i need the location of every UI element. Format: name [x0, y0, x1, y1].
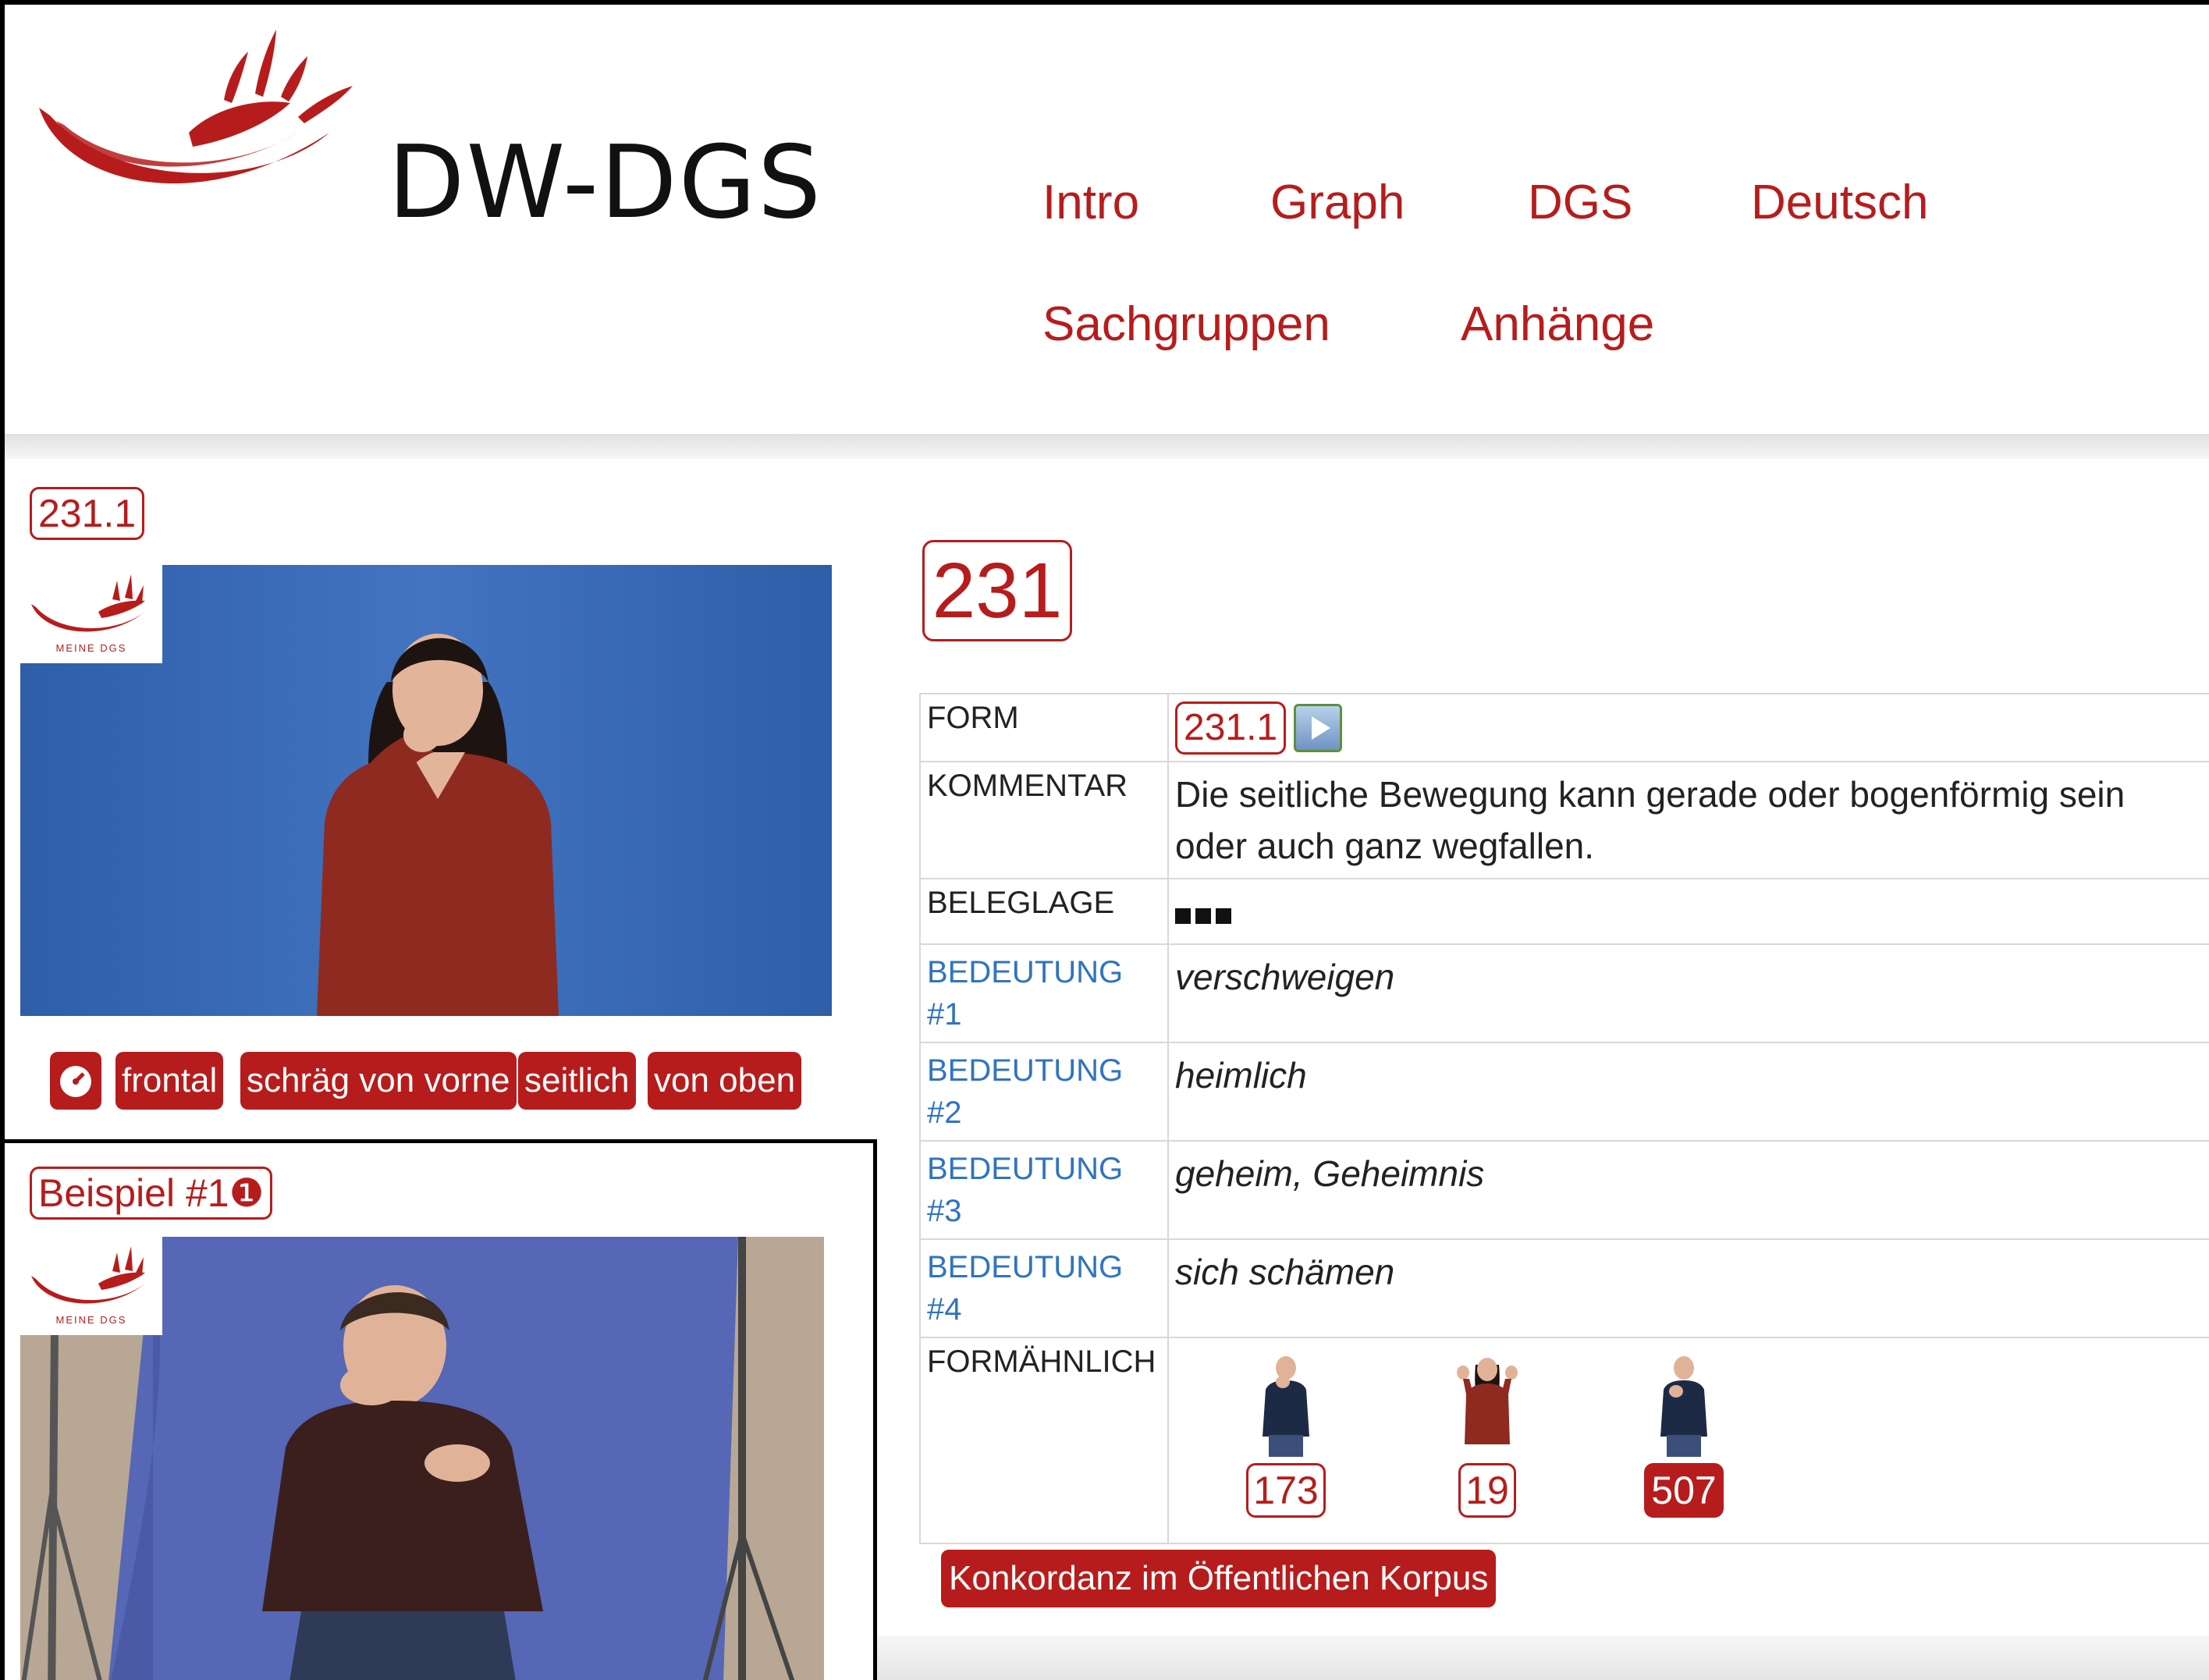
beleglage-label: BELEGLAGE — [919, 877, 1169, 945]
kommentar-line-2: oder auch ganz wegfallen. — [1175, 825, 1595, 866]
bedeutung-2-link[interactable]: BEDEUTUNG #2 — [919, 1041, 1169, 1142]
kommentar-label: KOMMENTAR — [919, 760, 1169, 879]
beleglage-indicator — [1167, 877, 2209, 945]
formaehnlich-value: 173 19 507 — [1167, 1336, 2209, 1544]
bedeutung-1-link[interactable]: BEDEUTUNG #1 — [919, 943, 1169, 1043]
evidence-square-2 — [1195, 907, 1211, 924]
form-label: FORM — [919, 693, 1169, 762]
bedeutung-2-value: heimlich — [1167, 1041, 2209, 1142]
nav-intro[interactable]: Intro — [1042, 175, 1139, 230]
bedeutung-3-link[interactable]: BEDEUTUNG #3 — [919, 1139, 1169, 1240]
similar-sign-19[interactable]: 19 — [1433, 1351, 1542, 1518]
form-video-player[interactable]: MEINE DGS — [20, 565, 832, 1016]
row-kommentar: KOMMENTAR Die seitliche Bewegung kann ge… — [919, 760, 2209, 879]
signer-thumbnail-icon — [1263, 1355, 1309, 1457]
speed-button[interactable] — [50, 1052, 101, 1110]
signer-thumbnail-icon — [1660, 1355, 1707, 1457]
row-bedeutung-4: BEDEUTUNG #4 sich schämen — [919, 1238, 2209, 1338]
form-video-tag: 231.1 — [30, 487, 145, 540]
example-tag-label: Beispiel #1 — [38, 1171, 229, 1215]
header-divider — [5, 434, 2209, 459]
similar-sign-507[interactable]: 507 — [1629, 1351, 1738, 1518]
evidence-square-1 — [1175, 907, 1191, 924]
similar-sign-507-number: 507 — [1644, 1462, 1724, 1518]
entry-details-table: FORM 231.1 KOMMENTAR Die seitliche Beweg… — [919, 693, 2209, 1544]
formaehnlich-label: FORMÄHNLICH — [919, 1336, 1169, 1544]
meine-dgs-hand-icon — [31, 1246, 145, 1304]
row-bedeutung-1: BEDEUTUNG #1 verschweigen — [919, 943, 2209, 1043]
site-header: DW-DGS Intro Graph DGS Deutsch Sachgrupp… — [5, 5, 2209, 438]
entry-number: 231 — [922, 540, 1072, 641]
signer-thumbnail-icon — [1457, 1357, 1518, 1444]
footer-divider — [877, 1636, 2209, 1680]
kommentar-line-1: Die seitliche Bewegung kann gerade oder … — [1175, 773, 2126, 815]
form-value: 231.1 — [1167, 693, 2209, 762]
meine-dgs-caption: MEINE DGS — [55, 642, 127, 654]
page: DW-DGS Intro Graph DGS Deutsch Sachgrupp… — [0, 0, 2209, 1680]
nav-sachgruppen[interactable]: Sachgruppen — [1042, 297, 1330, 352]
view-oblique-button[interactable]: schräg von vorne — [240, 1052, 517, 1110]
example-panel: Beispiel #1❶ MEINE DGS — [5, 1139, 877, 1680]
hand-logo-icon — [39, 30, 353, 184]
play-icon[interactable] — [1294, 703, 1343, 752]
example-video-player[interactable]: MEINE DGS — [20, 1237, 824, 1680]
row-bedeutung-2: BEDEUTUNG #2 heimlich — [919, 1041, 2209, 1142]
similar-sign-173[interactable]: 173 — [1231, 1351, 1341, 1518]
similar-sign-19-number: 19 — [1458, 1462, 1516, 1518]
view-top-button[interactable]: von oben — [648, 1052, 802, 1110]
row-bedeutung-3: BEDEUTUNG #3 geheim, Geheimnis — [919, 1139, 2209, 1240]
nav-anhaenge[interactable]: Anhänge — [1461, 297, 1654, 352]
bedeutung-1-value: verschweigen — [1167, 943, 2209, 1043]
view-frontal-button[interactable]: frontal — [115, 1052, 224, 1110]
row-beleglage: BELEGLAGE — [919, 877, 2209, 945]
example-count-badge: ❶ — [229, 1171, 265, 1215]
view-side-button[interactable]: seitlich — [518, 1052, 636, 1110]
nav-dgs[interactable]: DGS — [1528, 175, 1632, 230]
meine-dgs-hand-icon — [31, 574, 145, 632]
bedeutung-3-value: geheim, Geheimnis — [1167, 1139, 2209, 1240]
row-formaehnlich: FORMÄHNLICH 173 19 507 — [919, 1336, 2209, 1544]
konkordanz-button[interactable]: Konkordanz im Öffentlichen Korpus — [941, 1550, 1497, 1607]
kommentar-value: Die seitliche Bewegung kann gerade oder … — [1167, 760, 2209, 879]
site-logo[interactable]: DW-DGS — [33, 16, 844, 242]
meine-dgs-logo: MEINE DGS — [20, 565, 162, 663]
speedometer-icon — [60, 1066, 91, 1097]
similar-sign-173-number: 173 — [1246, 1462, 1326, 1518]
bedeutung-4-link[interactable]: BEDEUTUNG #4 — [919, 1238, 1169, 1338]
evidence-square-3 — [1216, 907, 1231, 924]
meine-dgs-logo-example: MEINE DGS — [20, 1237, 162, 1335]
example-tag: Beispiel #1❶ — [30, 1167, 273, 1220]
bedeutung-4-value: sich schämen — [1167, 1238, 2209, 1338]
nav-graph[interactable]: Graph — [1270, 175, 1405, 230]
nav-deutsch[interactable]: Deutsch — [1751, 175, 1928, 230]
meine-dgs-caption: MEINE DGS — [55, 1314, 127, 1326]
form-variant-pill[interactable]: 231.1 — [1175, 701, 1287, 755]
logo-wordmark: DW-DGS — [388, 125, 823, 241]
row-form: FORM 231.1 — [919, 693, 2209, 762]
